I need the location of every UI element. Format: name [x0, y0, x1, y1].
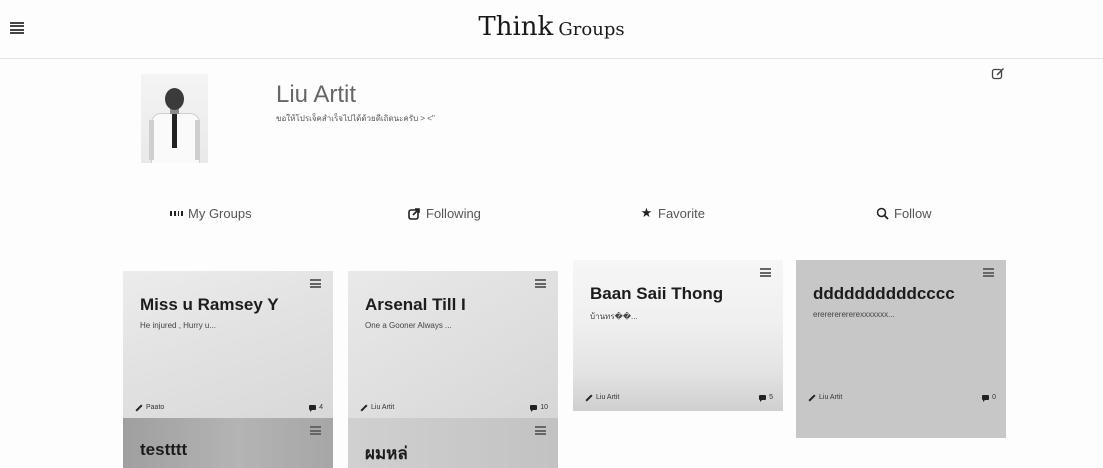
group-author-name: Paato	[146, 404, 165, 411]
comment-icon	[309, 405, 317, 412]
app-title-sub: Groups	[558, 19, 625, 40]
profile-name: Liu Artit	[276, 81, 357, 108]
tab-my-groups-label: My Groups	[188, 205, 252, 221]
group-comment-count-value: 0	[992, 394, 996, 401]
pencil-icon	[360, 403, 368, 412]
edit-profile-icon[interactable]	[991, 67, 1005, 81]
group-description: He injured , Hurry u...	[140, 321, 217, 330]
group-title: testttt	[140, 440, 188, 459]
app-title-main: Think	[478, 12, 554, 42]
card-menu-icon[interactable]	[310, 279, 321, 288]
group-card[interactable]: ddddddddddcccc ererererererexxxxxxx... L…	[796, 260, 1006, 438]
star-icon: ★	[640, 205, 653, 220]
tab-favorite[interactable]: ★ Favorite	[640, 203, 705, 223]
group-comment-count: 4	[309, 404, 323, 412]
profile-avatar	[141, 74, 208, 163]
group-title: Arsenal Till I	[365, 295, 466, 314]
search-icon	[876, 207, 889, 220]
group-author: Paato	[135, 403, 165, 412]
group-author-name: Liu Artit	[596, 394, 620, 401]
group-card[interactable]: Miss u Ramsey Y He injured , Hurry u... …	[123, 271, 333, 421]
pencil-icon	[135, 403, 143, 412]
group-comment-count-value: 10	[540, 404, 548, 411]
group-comment-count-value: 5	[769, 394, 773, 401]
group-description: One a Gooner Always ...	[365, 321, 452, 330]
group-description: บ้านทร��...	[590, 312, 638, 321]
group-author: Liu Artit	[360, 403, 395, 412]
group-card[interactable]: Baan Saii Thong บ้านทร��... Liu Artit 5	[573, 260, 783, 411]
tab-follow-label: Follow	[894, 205, 932, 221]
comment-icon	[530, 405, 538, 412]
comment-icon	[759, 395, 767, 402]
grid-icon	[170, 207, 183, 220]
tab-follow[interactable]: Follow	[876, 203, 932, 223]
comment-icon	[982, 395, 990, 402]
share-icon	[408, 207, 421, 220]
group-description: ererererererexxxxxxx...	[813, 310, 895, 319]
group-title: Baan Saii Thong	[590, 284, 724, 303]
group-author: Liu Artit	[808, 393, 843, 402]
tab-following[interactable]: Following	[408, 203, 481, 223]
group-title: ผมหล่	[365, 444, 408, 463]
top-bar: Think Groups	[0, 0, 1103, 59]
tab-my-groups[interactable]: My Groups	[170, 203, 252, 223]
group-comment-count-value: 4	[319, 404, 323, 411]
card-menu-icon[interactable]	[310, 426, 321, 435]
pencil-icon	[585, 393, 593, 402]
group-card[interactable]: ผมหล่	[348, 418, 558, 468]
tab-favorite-label: Favorite	[658, 205, 705, 221]
group-card[interactable]: testttt	[123, 418, 333, 468]
card-menu-icon[interactable]	[535, 279, 546, 288]
group-comment-count: 10	[530, 404, 548, 412]
tab-following-label: Following	[426, 205, 481, 221]
group-card[interactable]: Arsenal Till I One a Gooner Always ... L…	[348, 271, 558, 421]
group-author-name: Liu Artit	[819, 394, 843, 401]
card-menu-icon[interactable]	[983, 268, 994, 277]
app-title: Think Groups	[0, 12, 1103, 42]
group-author: Liu Artit	[585, 393, 620, 402]
card-menu-icon[interactable]	[760, 268, 771, 277]
group-comment-count: 5	[759, 394, 773, 402]
profile-status: ขอให้โปรเจ็คสำเร็จไปได้ด้วยดีเถิดนะครับ …	[276, 114, 435, 123]
group-author-name: Liu Artit	[371, 404, 395, 411]
group-comment-count: 0	[982, 394, 996, 402]
pencil-icon	[808, 393, 816, 402]
card-menu-icon[interactable]	[535, 426, 546, 435]
group-title: ddddddddddcccc	[813, 284, 955, 303]
group-title: Miss u Ramsey Y	[140, 295, 279, 314]
